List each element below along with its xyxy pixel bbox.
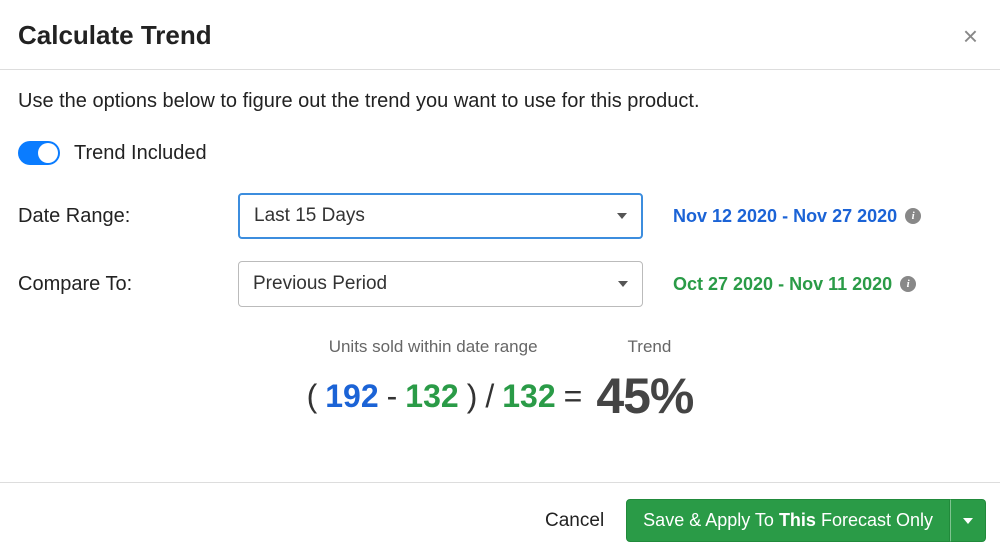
date-range-label: Date Range: <box>18 205 208 228</box>
compare-to-text: Oct 27 2020 - Nov 11 2020 <box>673 274 892 295</box>
compare-units-value: 132 <box>405 378 458 415</box>
save-apply-button[interactable]: Save & Apply To This Forecast Only <box>626 499 950 542</box>
date-range-row: Date Range: Last 15 Days Nov 12 2020 - N… <box>18 193 982 239</box>
compare-to-row: Compare To: Previous Period Oct 27 2020 … <box>18 261 982 307</box>
save-text-prefix: Save & Apply To <box>643 510 779 530</box>
trend-included-label: Trend Included <box>74 142 207 165</box>
date-range-selected-value: Last 15 Days <box>254 205 365 227</box>
chevron-down-icon <box>617 213 627 219</box>
close-icon[interactable]: × <box>959 23 982 49</box>
toggle-knob <box>38 143 58 163</box>
divisor-value: 132 <box>502 378 555 415</box>
save-text-emph: This <box>779 510 816 530</box>
trend-formula: ( 192 - 132 ) / 132 = 45% <box>18 367 982 425</box>
trend-included-toggle-row: Trend Included <box>18 141 982 165</box>
info-icon[interactable]: i <box>900 276 916 292</box>
trend-included-toggle[interactable] <box>18 141 60 165</box>
date-range-display: Nov 12 2020 - Nov 27 2020 i <box>673 206 921 227</box>
dialog-title: Calculate Trend <box>18 20 212 51</box>
trend-heading: Trend <box>628 337 672 357</box>
info-icon[interactable]: i <box>905 208 921 224</box>
dialog-footer: Cancel Save & Apply To This Forecast Onl… <box>0 482 1000 558</box>
cancel-button[interactable]: Cancel <box>545 510 604 532</box>
caret-down-icon <box>963 518 973 524</box>
save-dropdown-button[interactable] <box>950 499 986 542</box>
compare-to-display: Oct 27 2020 - Nov 11 2020 i <box>673 274 916 295</box>
save-button-group: Save & Apply To This Forecast Only <box>626 499 986 542</box>
save-text-suffix: Forecast Only <box>816 510 933 530</box>
units-sold-heading: Units sold within date range <box>329 337 538 357</box>
compare-to-selected-value: Previous Period <box>253 273 387 295</box>
compare-to-select[interactable]: Previous Period <box>238 261 643 307</box>
date-range-select[interactable]: Last 15 Days <box>238 193 643 239</box>
current-units-value: 192 <box>325 378 378 415</box>
calculation-block: Units sold within date range Trend ( 192… <box>18 337 982 425</box>
chevron-down-icon <box>618 281 628 287</box>
compare-to-label: Compare To: <box>18 273 208 296</box>
intro-text: Use the options below to figure out the … <box>18 90 982 113</box>
date-range-text: Nov 12 2020 - Nov 27 2020 <box>673 206 897 227</box>
trend-result: 45% <box>596 367 693 425</box>
